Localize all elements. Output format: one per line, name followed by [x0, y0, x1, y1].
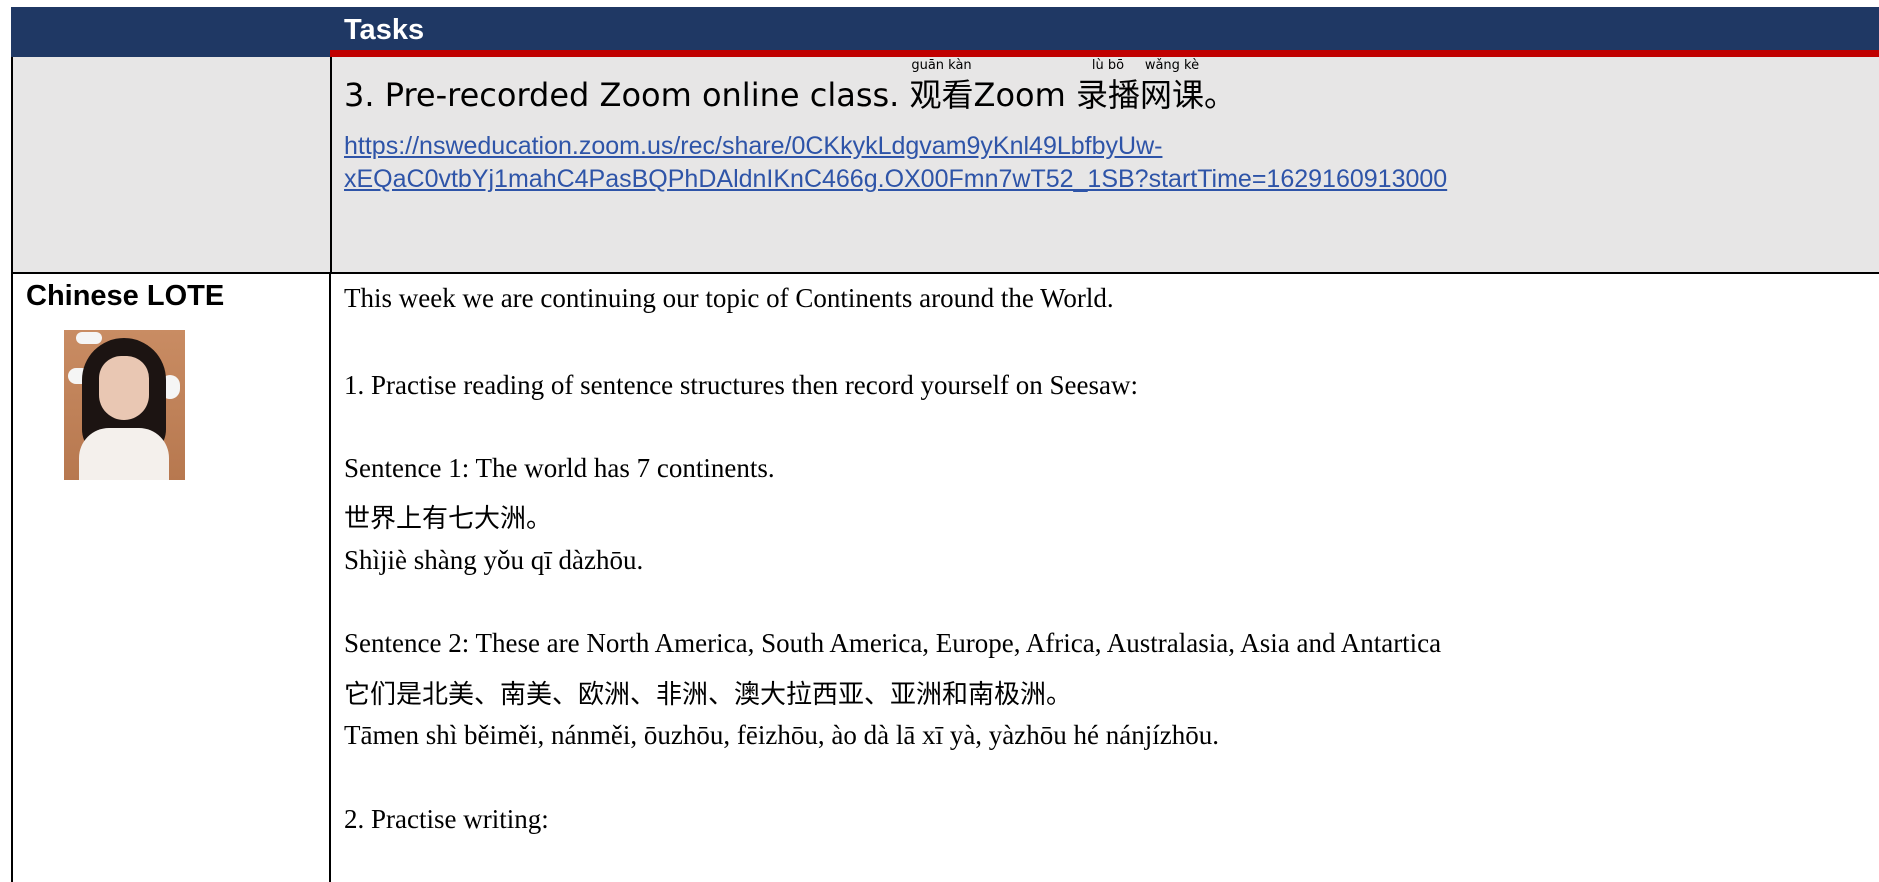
ruby-wangke: wǎng kè 网课 — [1139, 58, 1204, 116]
row1-subject-cell — [11, 57, 330, 273]
sentence-2-chinese: 它们是北美、南美、欧洲、非洲、澳大拉西亚、亚洲和南极洲。 — [344, 680, 1073, 710]
zoom-word: Zoom — [973, 76, 1076, 114]
sentence-2-pinyin: Tāmen shì běiměi, nánměi, ōuzhōu, fēizhō… — [344, 720, 1219, 750]
zoom-recording-link[interactable]: https://nsweducation.zoom.us/rec/share/0… — [344, 130, 1744, 196]
column-header-tasks: Tasks — [344, 14, 425, 46]
title-period: 。 — [1203, 76, 1236, 114]
pinyin-reading: wǎng kè — [1144, 58, 1200, 73]
hanzi-text: 观看 — [909, 76, 974, 114]
hanzi-text: 网课 — [1139, 76, 1204, 114]
zoom-task-title: 3. Pre-recorded Zoom online class. guān … — [344, 58, 1236, 116]
row-divider — [11, 272, 1879, 274]
teacher-photo — [64, 330, 185, 480]
column-divider — [329, 272, 331, 882]
intro-text: This week we are continuing our topic of… — [344, 283, 1114, 313]
pinyin-reading: lù bō — [1091, 58, 1125, 73]
pinyin-reading: guān kàn — [911, 58, 972, 73]
table-left-border — [11, 272, 13, 882]
subject-label: Chinese LOTE — [26, 280, 225, 312]
hanzi-text: 录播 — [1075, 76, 1140, 114]
sentence-1-chinese: 世界上有七大洲。 — [344, 504, 553, 534]
ruby-guankan: guān kàn 观看 — [909, 58, 974, 116]
sentence-1-pinyin: Shìjiè shàng yǒu qī dàzhōu. — [344, 545, 644, 575]
header-accent-bar — [330, 50, 1879, 57]
sentence-2-english: Sentence 2: These are North America, Sou… — [344, 628, 1442, 658]
task-2-instruction: 2. Practise writing: — [344, 804, 549, 834]
ruby-lubo: lù bō 录播 — [1075, 58, 1140, 116]
link-line-2[interactable]: xEQaC0vtbYj1mahC4PasBQPhDAldnIKnC466g.OX… — [344, 163, 1744, 196]
sentence-1-english: Sentence 1: The world has 7 continents. — [344, 453, 775, 483]
zoom-title-text: 3. Pre-recorded Zoom online class. — [344, 76, 910, 114]
link-line-1[interactable]: https://nsweducation.zoom.us/rec/share/0… — [344, 130, 1744, 163]
task-1-instruction: 1. Practise reading of sentence structur… — [344, 370, 1138, 400]
